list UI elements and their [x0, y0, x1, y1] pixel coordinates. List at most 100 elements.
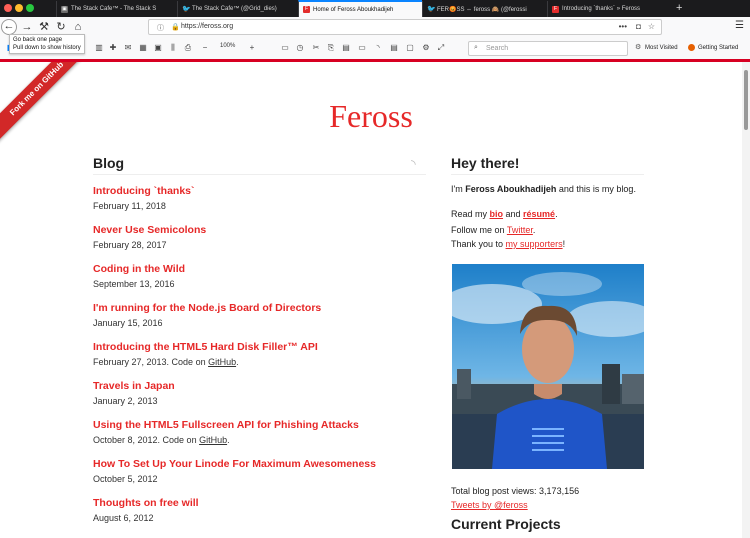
puzzle-icon[interactable]: ✚	[108, 42, 118, 54]
firefox-icon	[688, 44, 695, 51]
post-date: October 8, 2012. Code on	[93, 435, 200, 445]
info-icon[interactable]: ⓘ	[157, 23, 164, 33]
address-bar[interactable]: ⓘ 🔒 https://feross.org ••• ◘ ☆	[148, 19, 662, 35]
post-title[interactable]: Coding in the Wild	[93, 263, 185, 275]
text: .	[532, 225, 536, 235]
settings-gear-icon[interactable]: ⚙	[421, 42, 431, 54]
post-meta: February 27, 2013. Code on GitHub.	[93, 357, 318, 367]
fullscreen-icon[interactable]: ⤢	[436, 42, 446, 54]
bio-link[interactable]: bio	[490, 209, 504, 219]
scrollbar[interactable]	[742, 62, 750, 538]
lock-icon[interactable]: 🔒	[171, 23, 180, 31]
bookmark-getting-started[interactable]: Getting Started	[688, 44, 738, 51]
search-placeholder[interactable]: Search	[486, 45, 508, 52]
tab-4[interactable]: 🐦 FER😡SS ⇔ feross 🙈 (@ferossi	[422, 1, 547, 17]
read-line: Read my bio and résumé.	[451, 209, 558, 219]
code-icon[interactable]: ▢	[405, 42, 415, 54]
tab-title: Introducing `thanks` » Feross	[562, 6, 641, 12]
forward-button[interactable]: →	[19, 19, 35, 35]
minimize-window-button[interactable]	[15, 4, 23, 12]
tweets-link[interactable]: Tweets by @feross	[451, 500, 528, 510]
zoom-in-icon[interactable]: +	[247, 42, 257, 54]
zoom-out-icon[interactable]: −	[200, 42, 210, 54]
text: Thank you to	[451, 239, 506, 249]
text: Follow me on	[451, 225, 507, 235]
github-link[interactable]: GitHub	[208, 357, 236, 367]
text: and	[503, 209, 524, 219]
post-title[interactable]: Using the HTML5 Fullscreen API for Phish…	[93, 419, 359, 431]
resume-link[interactable]: résumé	[523, 209, 555, 219]
post-title[interactable]: Travels in Japan	[93, 380, 175, 392]
pocket-icon[interactable]: ◘	[636, 22, 641, 31]
hamburger-menu-icon[interactable]: ☰	[735, 20, 744, 31]
maximize-window-button[interactable]	[26, 4, 34, 12]
post-item: Introducing the HTML5 Hard Disk Filler™ …	[93, 341, 318, 367]
page-actions-icon[interactable]: •••	[619, 22, 627, 31]
post-title[interactable]: Never Use Semicolons	[93, 224, 206, 236]
library-icon[interactable]: ⫼	[168, 42, 178, 54]
close-window-button[interactable]	[4, 4, 12, 12]
github-link[interactable]: GitHub	[199, 435, 227, 445]
text: !	[562, 239, 566, 249]
post-item: Using the HTML5 Fullscreen API for Phish…	[93, 419, 359, 445]
bookmark-label: Most Visited	[645, 44, 678, 51]
text: and this is my blog.	[556, 184, 636, 194]
calendar-icon[interactable]: ▦	[138, 42, 148, 54]
tab-3-active[interactable]: F Home of Feross Aboukhadijeh	[298, 0, 422, 17]
navigation-bar: ← → ⚒ ↻ ⌂ ⓘ 🔒 https://feross.org ••• ◘ ☆…	[0, 17, 750, 39]
follow-line: Follow me on Twitter.	[451, 225, 535, 235]
cut-icon[interactable]: ✂	[311, 42, 321, 54]
sidebar-icon[interactable]: ▥	[94, 42, 104, 54]
back-button[interactable]: ←	[1, 19, 17, 35]
post-date: October 5, 2012	[93, 474, 158, 484]
feross-favicon-icon: F	[303, 6, 310, 13]
folder-icon[interactable]: ▭	[357, 42, 367, 54]
history-icon[interactable]: ◷	[295, 42, 305, 54]
tab-2[interactable]: 🐦 The Stack Cafe™ (@Grid_dies)	[177, 1, 298, 17]
views-count: 3,173,156	[539, 486, 580, 496]
post-date: February 28, 2017	[93, 240, 167, 250]
post-item: Coding in the Wild September 13, 2016	[93, 263, 185, 289]
bookmark-most-visited[interactable]: ⚙ Most Visited	[635, 44, 678, 51]
thanks-line: Thank you to my supporters!	[451, 239, 565, 249]
post-title[interactable]: Introducing the HTML5 Hard Disk Filler™ …	[93, 341, 318, 353]
paste-icon[interactable]: ▤	[341, 42, 351, 54]
screenshot-icon[interactable]: ▣	[153, 42, 163, 54]
url-text[interactable]: https://feross.org	[181, 23, 233, 30]
reader-icon[interactable]: ▤	[389, 42, 399, 54]
gear-bookmark-icon: ⚙	[635, 44, 642, 51]
post-item: I'm running for the Node.js Board of Dir…	[93, 302, 321, 328]
tab-title: The Stack Cafe™ (@Grid_dies)	[192, 6, 277, 12]
current-projects-heading: Current Projects	[451, 516, 561, 532]
home-icon[interactable]: ⌂	[70, 19, 86, 35]
tab-1[interactable]: ▣ The Stack Cafe™ - The Stack S	[56, 1, 177, 17]
bookmark-star-icon[interactable]: ☆	[648, 22, 655, 31]
rss-icon[interactable]: ◝	[411, 157, 416, 171]
site-title[interactable]: Feross	[0, 98, 742, 135]
search-box[interactable]: ⌕ Search	[468, 41, 628, 56]
post-meta: October 8, 2012. Code on GitHub.	[93, 435, 359, 445]
print-icon[interactable]: ⎙	[183, 42, 193, 54]
tooltip-line: Go back one page	[13, 37, 63, 43]
new-tab-button[interactable]: +	[676, 1, 682, 15]
supporters-link[interactable]: my supporters	[506, 239, 563, 249]
post-item: Introducing `thanks` February 11, 2018	[93, 185, 195, 211]
post-title[interactable]: Introducing `thanks`	[93, 185, 195, 197]
rss-feed-icon[interactable]: ◝	[373, 42, 383, 54]
post-date: February 27, 2013. Code on	[93, 357, 209, 367]
copy-icon[interactable]: ⎘	[326, 42, 336, 54]
profile-photo	[452, 264, 644, 469]
tweets-line: Tweets by @feross	[451, 500, 528, 510]
post-title[interactable]: Thoughts on free will	[93, 497, 199, 509]
scrollbar-thumb[interactable]	[744, 70, 748, 130]
post-title[interactable]: How To Set Up Your Linode For Maximum Aw…	[93, 458, 376, 470]
mail-icon[interactable]: ✉	[123, 42, 133, 54]
zoom-level[interactable]: 100%	[220, 43, 235, 49]
new-folder-icon[interactable]: ▭	[280, 42, 290, 54]
twitter-link[interactable]: Twitter	[507, 225, 533, 235]
post-title[interactable]: I'm running for the Node.js Board of Dir…	[93, 302, 321, 314]
page-content: Fork me on GitHub Feross Blog ◝ Introduc…	[0, 62, 742, 538]
tab-5[interactable]: F Introducing `thanks` » Feross	[547, 1, 671, 17]
reload-icon[interactable]: ↻	[53, 19, 69, 35]
customize-wrench-icon[interactable]: ⚒	[36, 19, 52, 35]
